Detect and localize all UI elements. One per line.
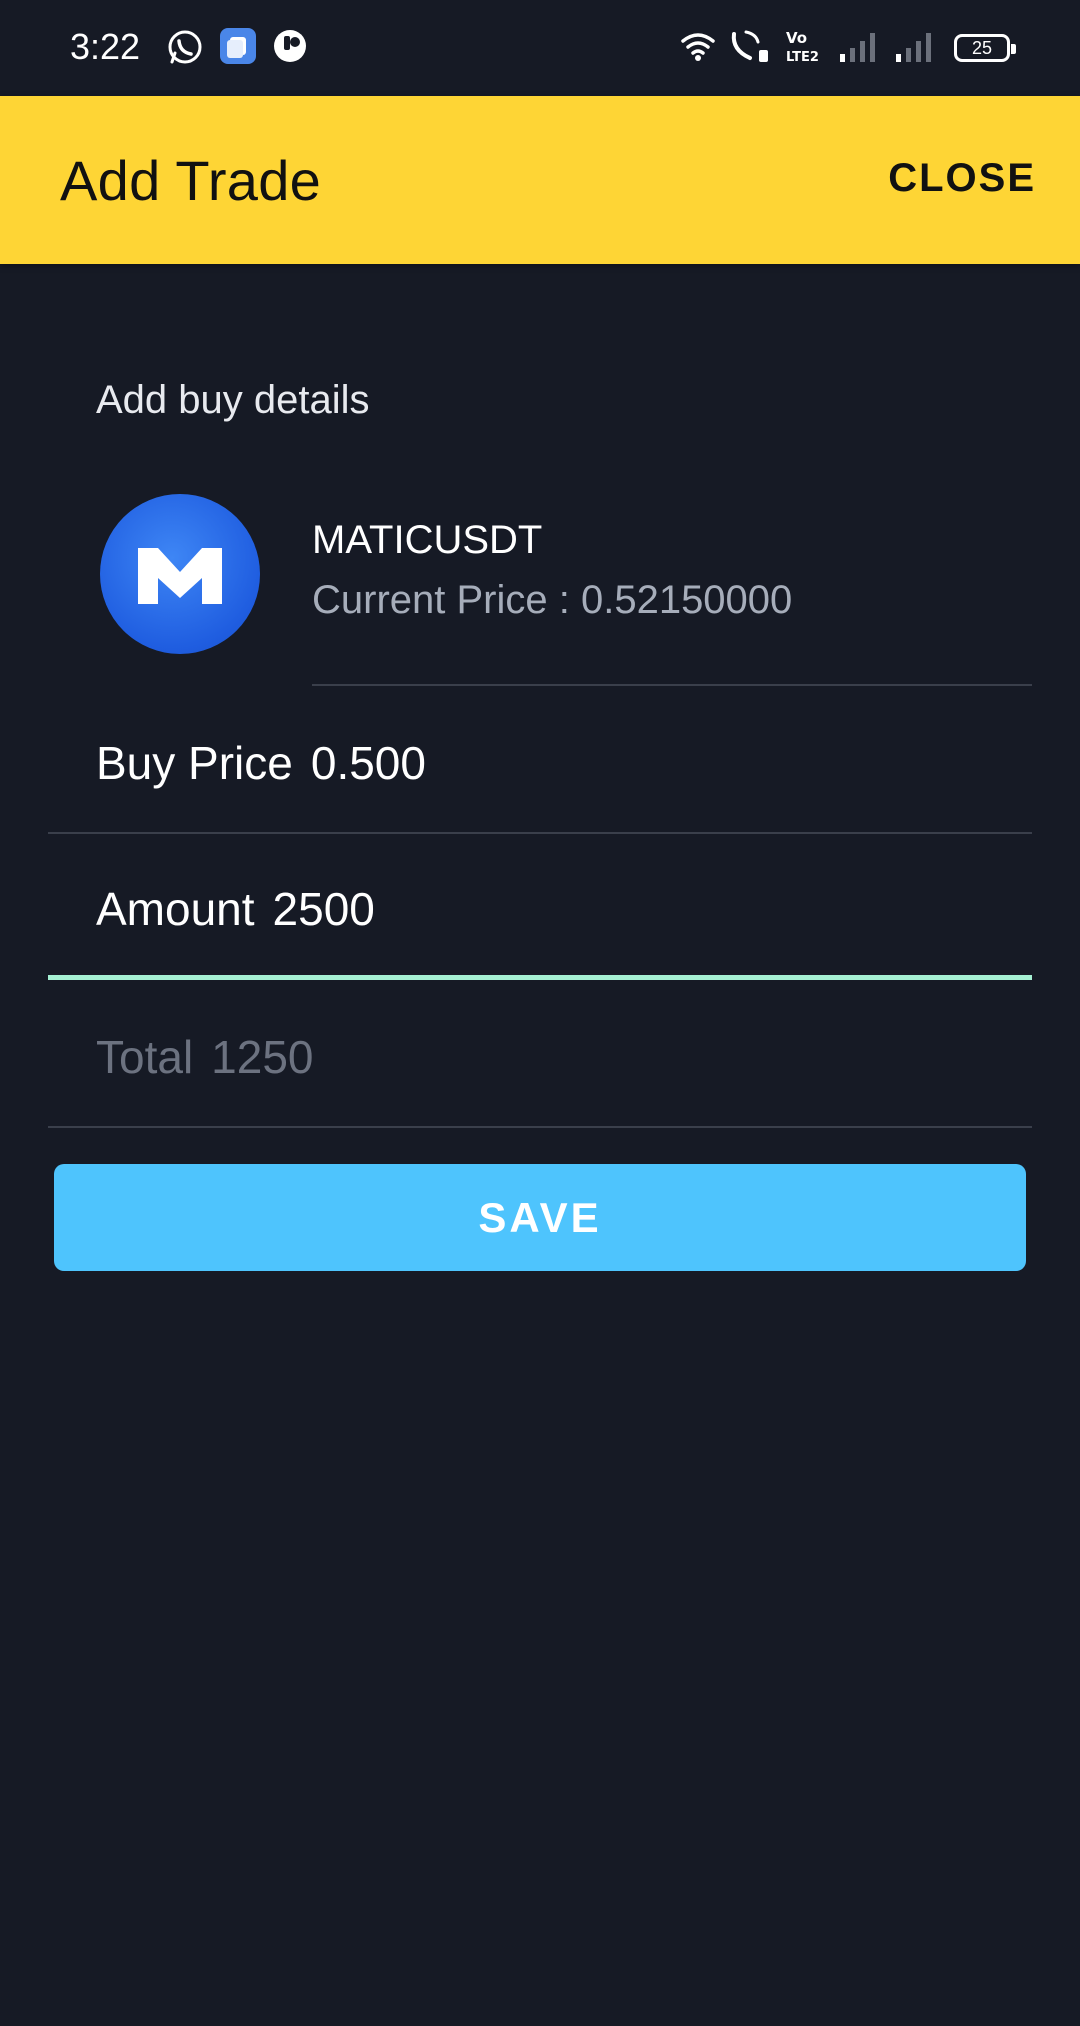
coin-logo xyxy=(100,494,260,654)
amount-label: Amount xyxy=(96,883,255,935)
signal-icon xyxy=(896,33,931,62)
total-text: Total 1250 xyxy=(96,1030,314,1084)
wifi-icon xyxy=(681,33,715,61)
coin-symbol: MATICUSDT xyxy=(312,518,543,562)
page-title: Add Trade xyxy=(60,149,322,212)
field-underline xyxy=(48,1126,1032,1128)
add-trade-screen: 3:22 Vo LTE2 25 Add Trade CLOSE Add buy … xyxy=(0,0,1080,2026)
volte-icon: Vo LTE2 xyxy=(786,29,819,64)
amount-value[interactable]: 2500 xyxy=(273,883,375,935)
field-underline-focused xyxy=(48,975,1032,980)
app-bar: Add Trade CLOSE xyxy=(0,96,1080,264)
buy-price-text[interactable]: Buy Price 0.500 xyxy=(96,736,426,790)
total-field: Total 1250 xyxy=(48,982,1032,1128)
svg-text:LTE2: LTE2 xyxy=(786,50,819,64)
amount-field[interactable]: Amount 2500 xyxy=(48,834,1032,980)
whatsapp-icon xyxy=(168,30,202,64)
section-heading: Add buy details xyxy=(96,378,370,422)
total-value: 1250 xyxy=(211,1031,314,1083)
app-notification-icon xyxy=(274,30,306,62)
amount-text[interactable]: Amount 2500 xyxy=(96,882,375,936)
close-button[interactable]: CLOSE xyxy=(888,156,1036,201)
save-button[interactable]: SAVE xyxy=(54,1164,1026,1271)
battery-icon: 25 xyxy=(954,34,1016,62)
wifi-calling-icon xyxy=(731,30,768,62)
total-label: Total xyxy=(96,1031,194,1083)
polygon-logo-icon xyxy=(138,548,222,604)
buy-price-field[interactable]: Buy Price 0.500 xyxy=(48,688,1032,834)
current-price: Current Price : 0.52150000 xyxy=(312,578,793,622)
buy-price-value[interactable]: 0.500 xyxy=(311,737,426,789)
svg-text:Vo: Vo xyxy=(786,29,807,47)
buy-price-label: Buy Price xyxy=(96,737,293,789)
status-time: 3:22 xyxy=(70,26,141,67)
divider xyxy=(312,684,1032,686)
app-notification-icon xyxy=(220,28,256,64)
status-bar: 3:22 Vo LTE2 25 xyxy=(0,0,1080,96)
signal-icon xyxy=(840,33,875,62)
